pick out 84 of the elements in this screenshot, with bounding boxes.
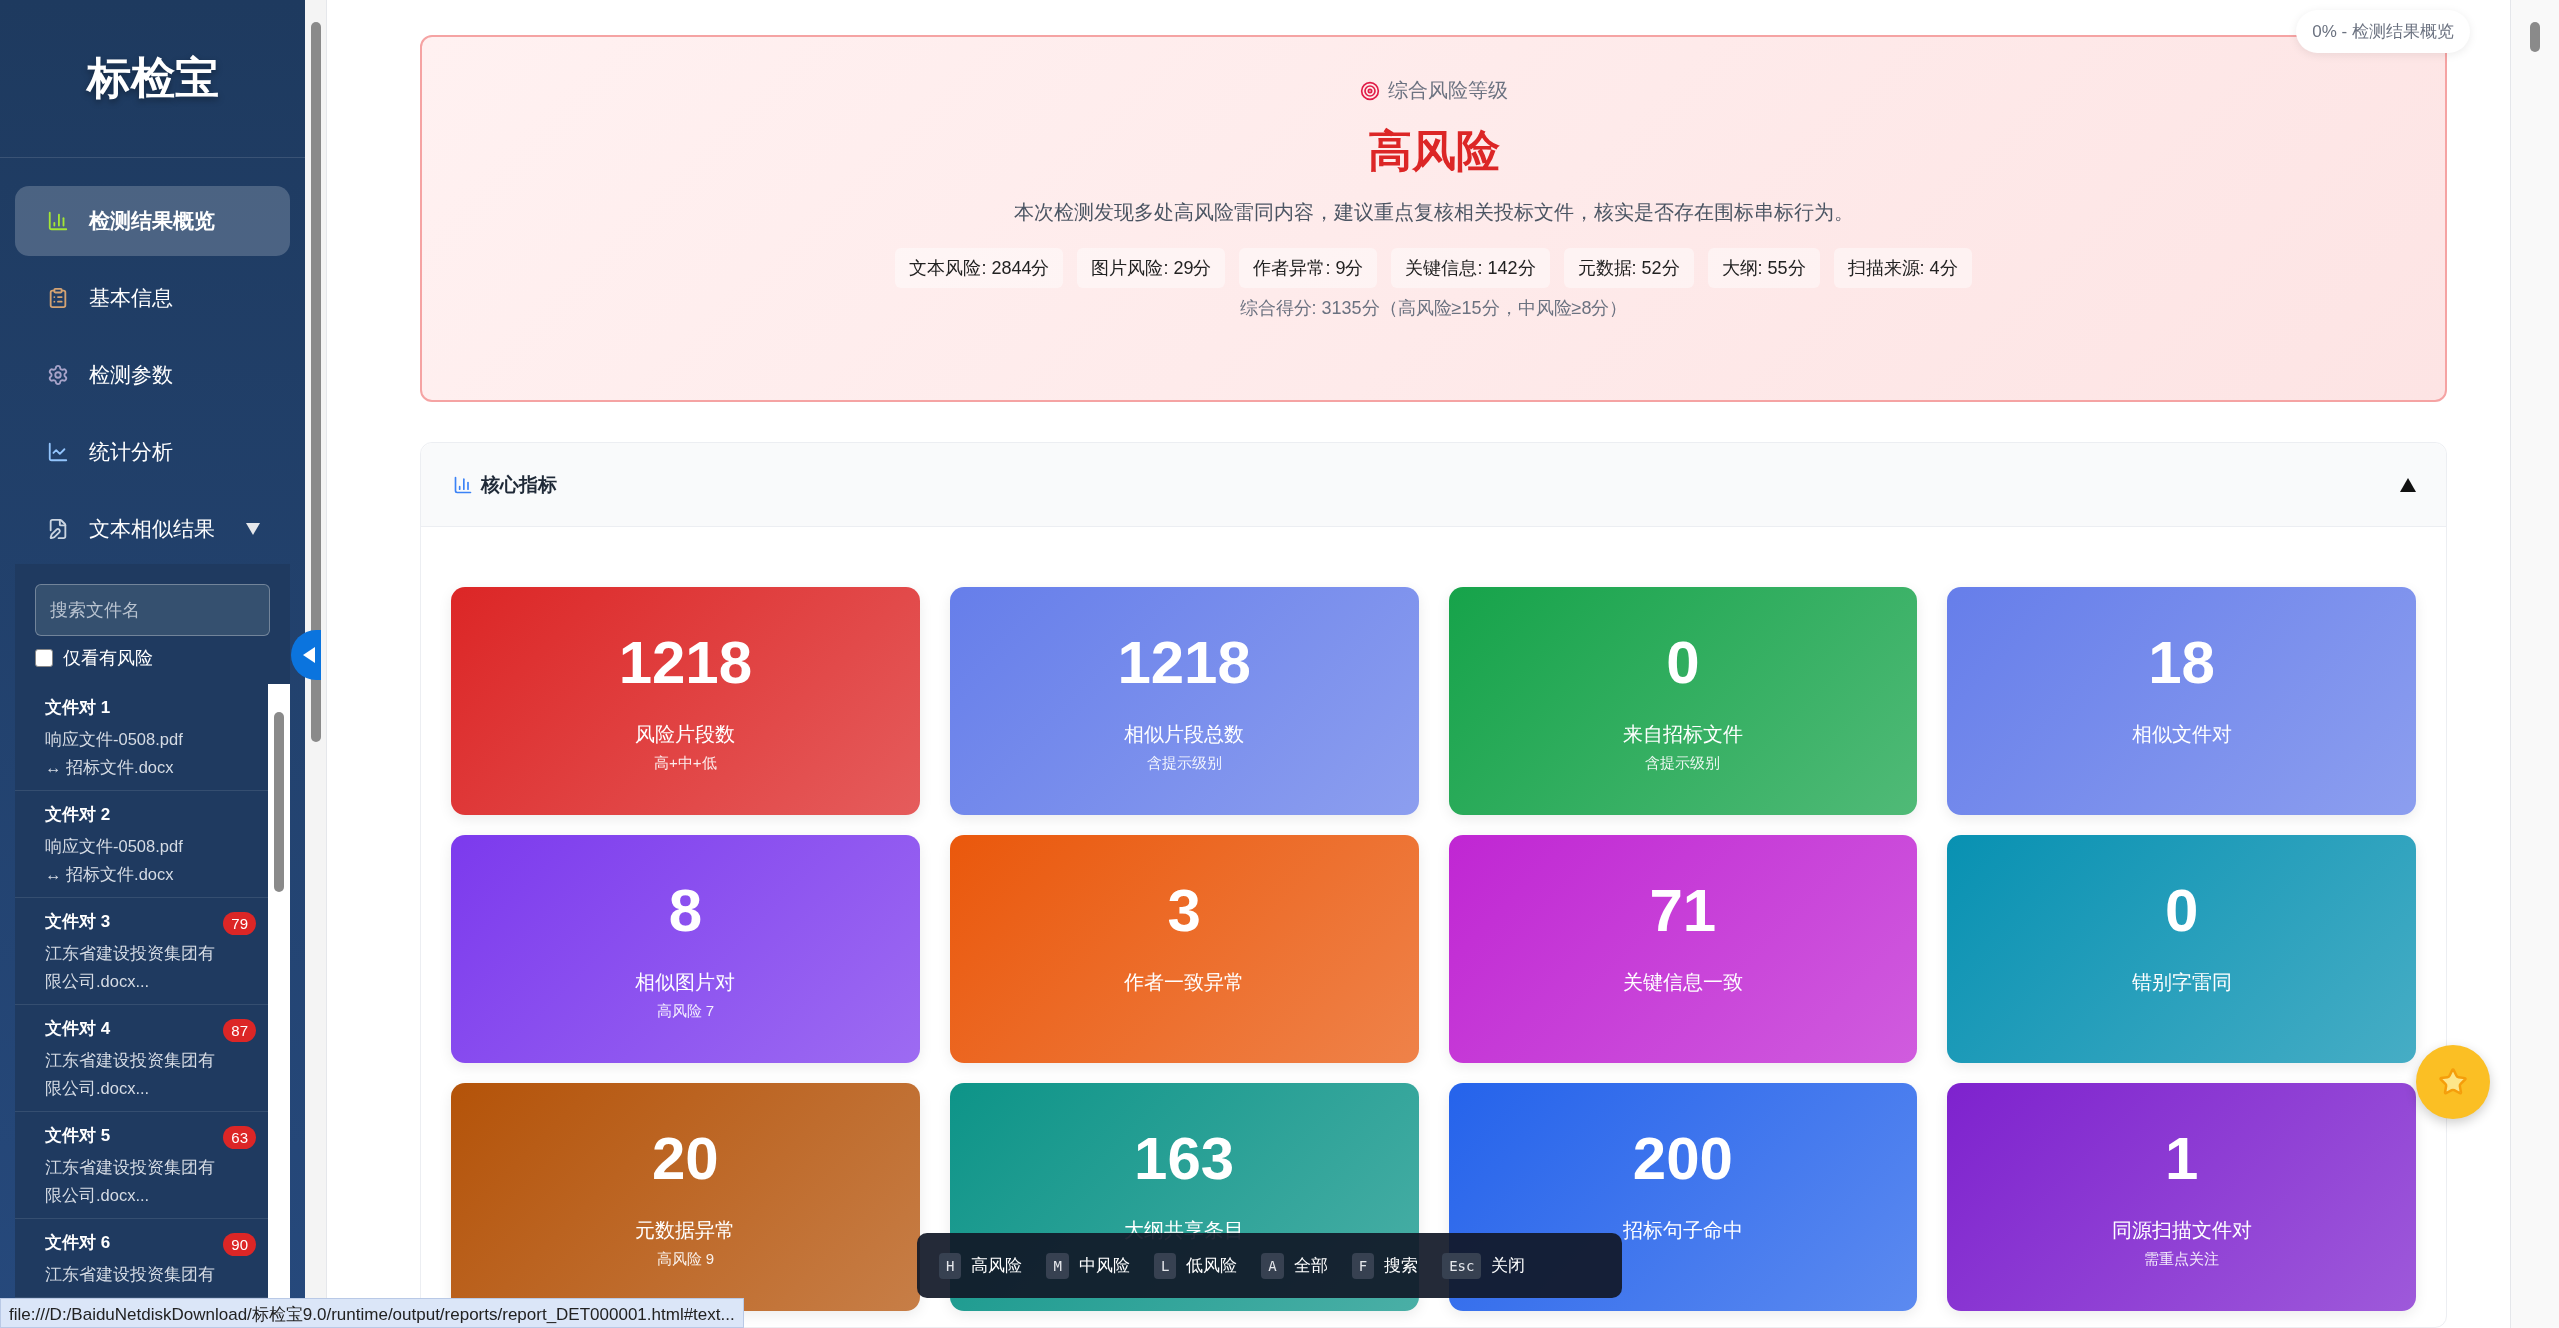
key-label: H xyxy=(939,1252,962,1279)
key-label: A xyxy=(1261,1252,1284,1279)
score-badge: 79 xyxy=(223,912,256,935)
metric-label: 元数据异常 xyxy=(635,1218,736,1243)
score-badge: 87 xyxy=(223,1019,256,1042)
key-label: L xyxy=(1153,1252,1177,1279)
nav-icon xyxy=(47,364,69,386)
scrollbar-thumb[interactable] xyxy=(2530,22,2540,52)
score-chip: 作者异常: 9分 xyxy=(1239,248,1378,288)
progress-tooltip: 0% - 检测结果概览 xyxy=(2296,10,2470,53)
metric-label: 错别字雷同 xyxy=(2131,970,2232,995)
metric-label: 来自招标文件 xyxy=(1622,722,1743,747)
score-badge: 63 xyxy=(223,1126,256,1149)
metric-sublabel: 需重点关注 xyxy=(2144,1250,2220,1269)
metric-label: 关键信息一致 xyxy=(1622,970,1743,995)
metric-label: 相似图片对 xyxy=(635,970,736,995)
metrics-title: 核心指标 xyxy=(481,472,557,497)
risk-message: 本次检测发现多处高风险雷同内容，建议重点复核相关投标文件，核实是否存在围标串标行为。 xyxy=(1013,200,1854,225)
metric-sublabel: 高+中+低 xyxy=(654,754,717,773)
metric-label: 相似文件对 xyxy=(2131,722,2232,747)
metric-value: 200 xyxy=(1632,1129,1733,1189)
shortcut-label: 关闭 xyxy=(1491,1255,1526,1277)
shortcut-label: 中风险 xyxy=(1078,1255,1130,1277)
metric-value: 71 xyxy=(1649,881,1717,941)
metric-label: 同源扫描文件对 xyxy=(2111,1218,2252,1243)
metric-sublabel: 含提示级别 xyxy=(1146,754,1222,773)
target-icon xyxy=(1359,80,1380,101)
score-chip: 文本风险: 2844分 xyxy=(895,248,1064,288)
score-chip: 大纲: 55分 xyxy=(1707,248,1820,288)
metric-value: 1 xyxy=(2164,1129,2199,1189)
metric-value: 163 xyxy=(1134,1129,1235,1189)
metric-sublabel: 高风险 7 xyxy=(656,1002,715,1021)
score-chip: 图片风险: 29分 xyxy=(1077,248,1226,288)
nav-item[interactable]: 统计分析 xyxy=(15,417,290,487)
search-field[interactable]: 搜索文件名 xyxy=(35,584,270,636)
nav-icon xyxy=(47,441,69,463)
nav-item[interactable]: 基本信息 xyxy=(15,263,290,333)
key-label: M xyxy=(1046,1252,1069,1279)
metrics-header[interactable]: 核心指标 xyxy=(421,443,2446,527)
metric-sublabel: 含提示级别 xyxy=(1645,754,1721,773)
nav-icon xyxy=(47,518,69,540)
nav-item[interactable]: 检测参数 xyxy=(15,340,290,410)
metric-value: 1218 xyxy=(618,633,753,693)
risk-heading: 综合风险等级 xyxy=(1387,78,1508,103)
key-label: F xyxy=(1351,1252,1375,1279)
score-badge: 90 xyxy=(223,1233,256,1256)
score-chip: 关键信息: 142分 xyxy=(1391,248,1550,288)
collapse-icon xyxy=(303,647,315,663)
nav-icon xyxy=(47,210,69,232)
favorite-button[interactable] xyxy=(2416,1045,2490,1119)
collapse-button[interactable] xyxy=(291,630,321,680)
metric-value: 0 xyxy=(1666,633,1700,693)
risk-level: 高风险 xyxy=(1367,125,1500,177)
metric-label: 作者一致异常 xyxy=(1124,970,1245,995)
star-icon xyxy=(2438,1067,2468,1097)
toggle-icon[interactable] xyxy=(2400,477,2416,492)
metric-value: 8 xyxy=(668,881,703,941)
total-score: 综合得分: 3135分（高风险≥15分，中风险≥8分） xyxy=(1239,297,1628,320)
metric-label: 风险片段数 xyxy=(635,722,736,747)
app-logo: 标检宝 xyxy=(86,52,219,104)
metric-sublabel: 高风险 9 xyxy=(656,1250,715,1269)
score-chip: 元数据: 52分 xyxy=(1563,248,1694,288)
checkbox-label: 仅看有风险 xyxy=(63,647,153,670)
nav-item[interactable]: 文本相似结果 xyxy=(15,494,290,564)
nav-icon xyxy=(47,287,69,309)
shortcut-label: 搜索 xyxy=(1384,1255,1419,1277)
shortcut-label: 低风险 xyxy=(1186,1255,1238,1277)
scrollbar-thumb[interactable] xyxy=(310,22,321,742)
metric-value: 0 xyxy=(2164,881,2199,941)
metric-label: 相似片段总数 xyxy=(1124,722,1245,747)
metric-value: 18 xyxy=(2148,633,2215,693)
metric-value: 3 xyxy=(1167,881,1201,941)
chart-icon xyxy=(453,474,473,495)
metric-value: 1218 xyxy=(1117,633,1251,693)
score-chip: 扫描来源: 4分 xyxy=(1833,248,1972,288)
key-label: Esc xyxy=(1442,1252,1482,1279)
scrollbar-thumb[interactable] xyxy=(274,712,284,892)
metric-label: 招标句子命中 xyxy=(1622,1218,1743,1243)
nav-item[interactable]: 检测结果概览 xyxy=(15,186,290,256)
metric-value: 20 xyxy=(652,1129,719,1189)
shortcut-label: 全部 xyxy=(1293,1255,1328,1277)
checkbox[interactable] xyxy=(35,649,53,667)
shortcut-label: 高风险 xyxy=(971,1255,1023,1277)
status-bar: file:///D:/BaiduNetdiskDownload/标检宝9.0/runtime/output/reports/report_DET000001.html#text... xyxy=(0,1298,744,1328)
